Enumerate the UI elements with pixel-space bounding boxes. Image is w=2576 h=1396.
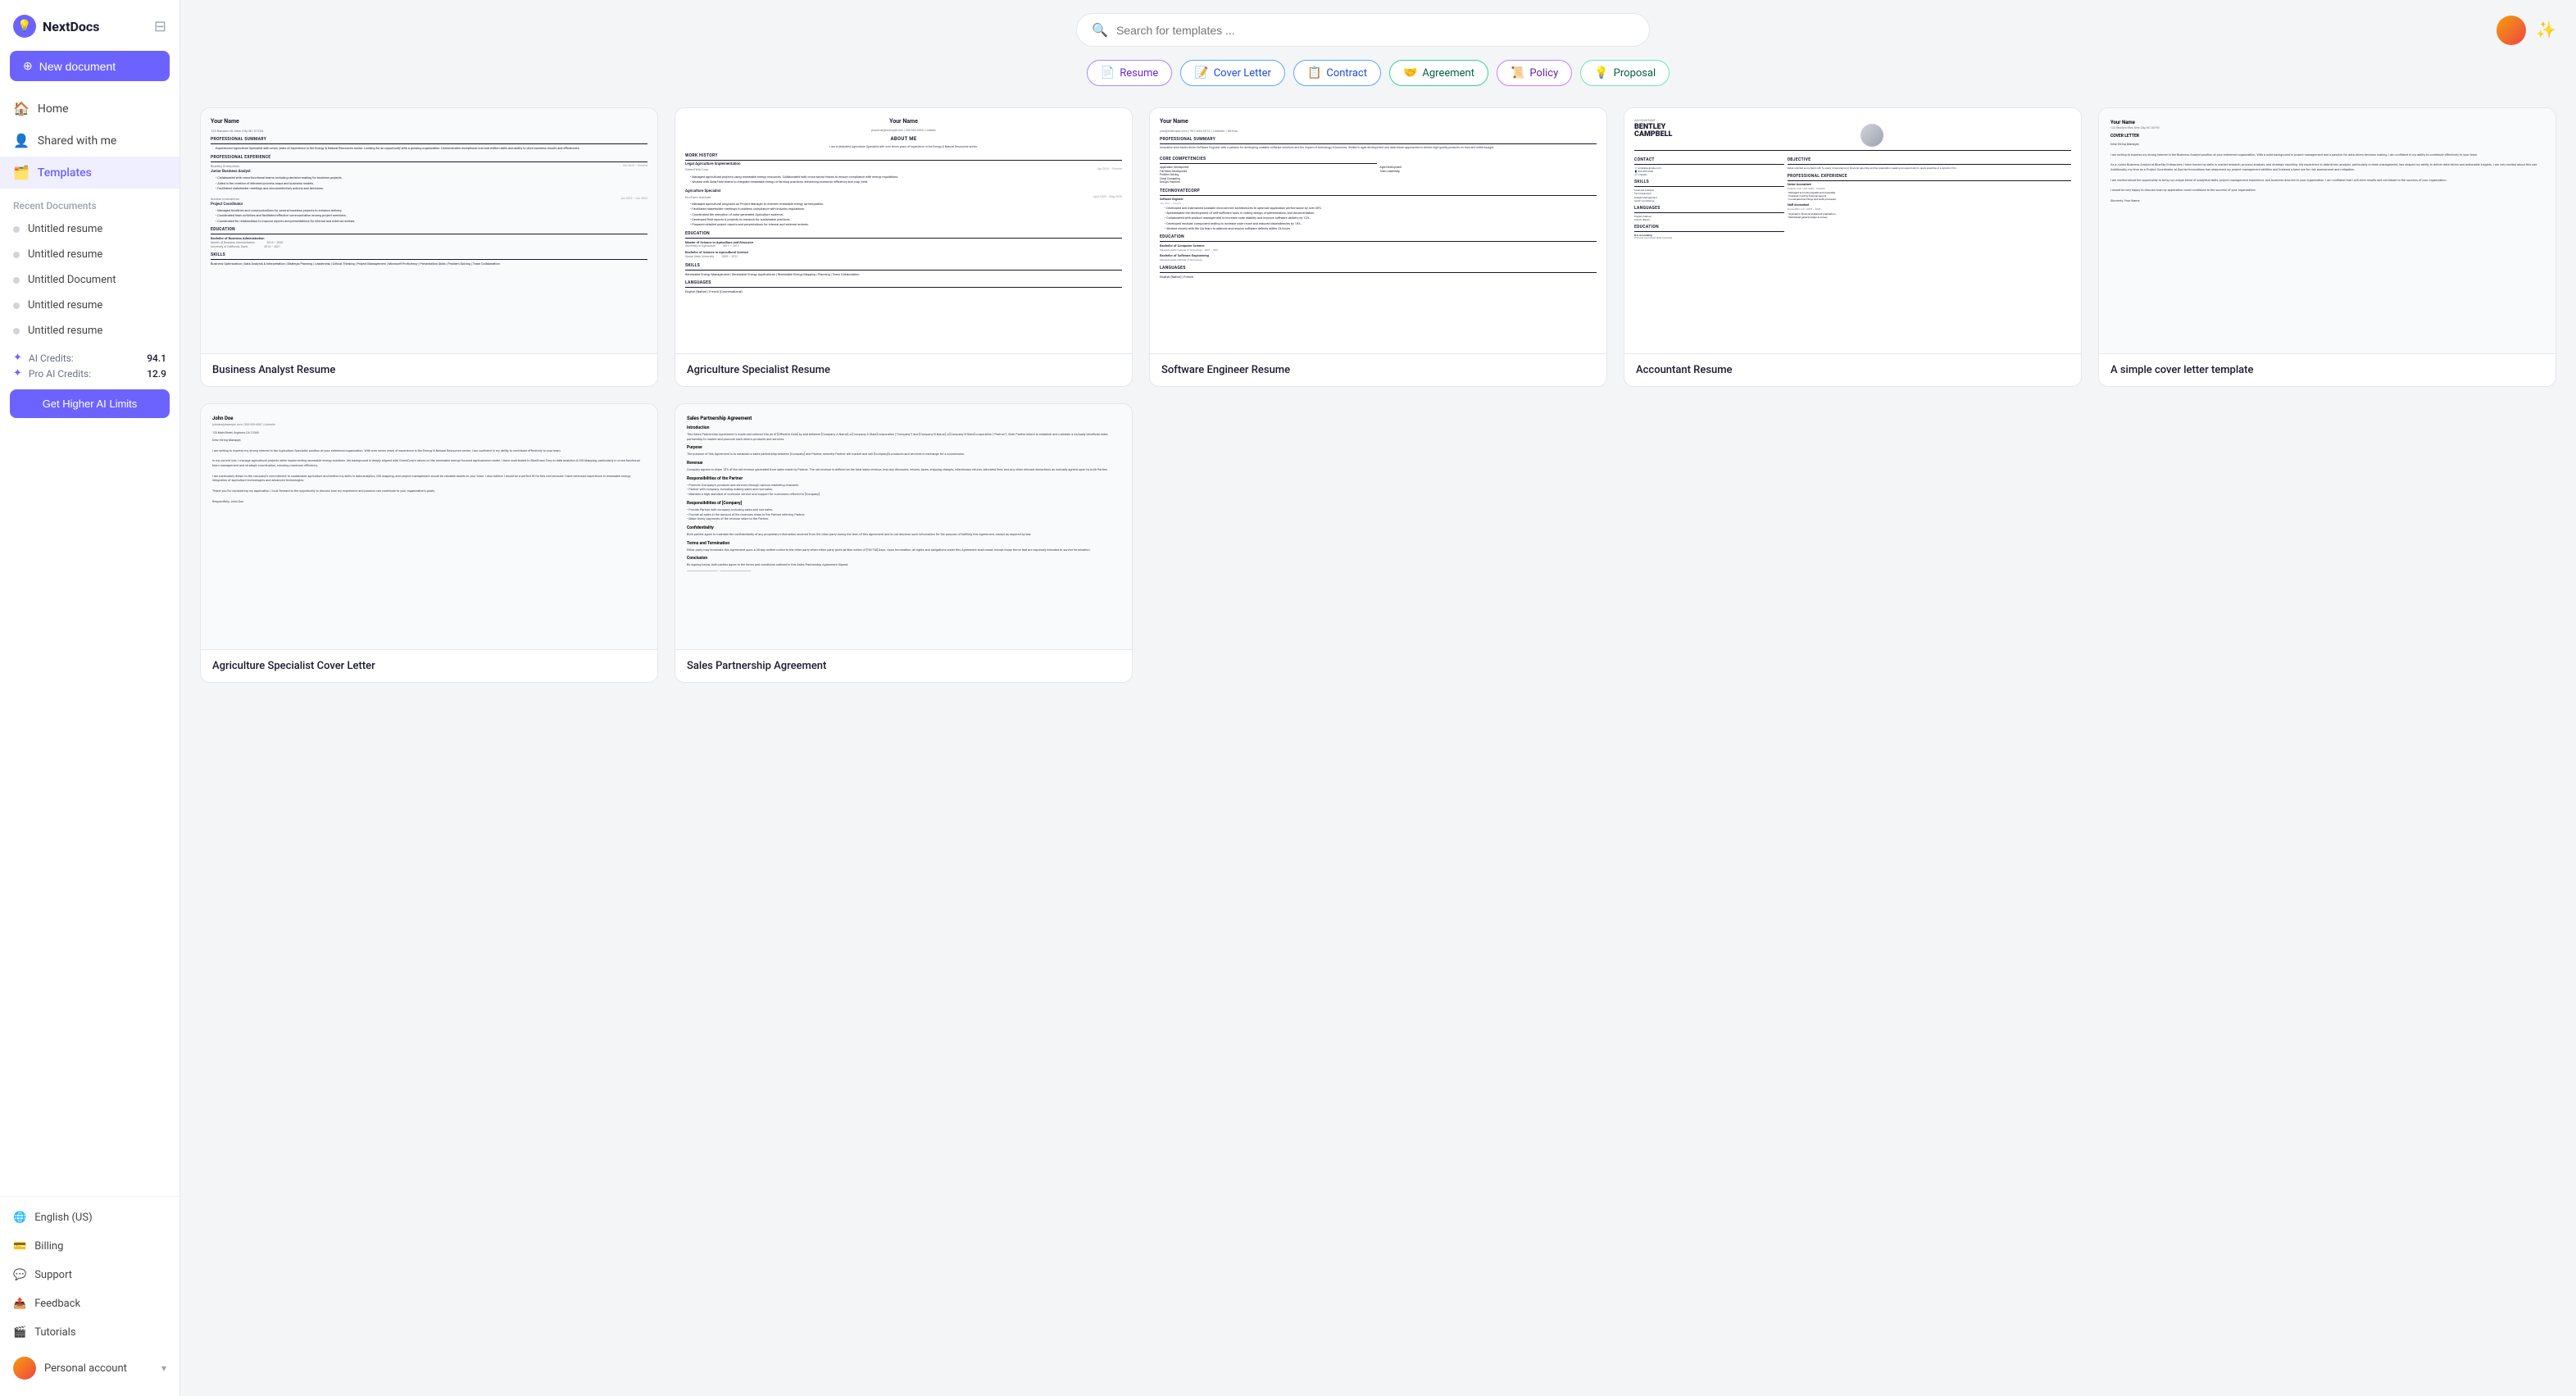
template-card-sales-partnership[interactable]: Sales Partnership Agreement Introduction…: [675, 403, 1133, 683]
template-label-business-analyst: Business Analyst Resume: [201, 354, 657, 386]
avatar: [13, 1357, 36, 1380]
filter-chip-coverletter[interactable]: 📝 Cover Letter: [1180, 60, 1285, 86]
templates-icon: 🗂️: [13, 165, 30, 180]
sidebar-bottom: 🌐 English (US) 💳 Billing 💬 Support 📤 Fee…: [0, 1196, 179, 1396]
template-label-agri-cover: Agriculture Specialist Cover Letter: [201, 650, 657, 682]
template-preview-agriculture: Your Name youremail@example.com | 555-55…: [675, 108, 1132, 354]
new-document-button[interactable]: ⊕ New document: [10, 51, 170, 81]
template-card-agri-cover[interactable]: John Doe johndoe@example.com | 555-555-4…: [200, 403, 658, 683]
sidebar-logo: 💡 NextDocs ⊟: [0, 0, 179, 48]
recent-doc-2[interactable]: Untitled resume: [0, 242, 179, 267]
doc-dot: [13, 302, 20, 309]
search-container: 🔍: [1076, 13, 1650, 47]
sidebar-toggle-button[interactable]: ⊟: [154, 18, 166, 35]
template-preview-agri-cover: John Doe johndoe@example.com | 555-555-4…: [201, 404, 657, 650]
filter-chip-agreement[interactable]: 🤝 Agreement: [1389, 60, 1488, 86]
template-preview-simple-cover: Your Name 123 Random Blvd, New City, NC …: [2099, 108, 2556, 354]
coverletter-chip-icon: 📝: [1194, 66, 1208, 80]
resume-chip-icon: 📄: [1101, 66, 1115, 80]
filter-chip-contract[interactable]: 📋 Contract: [1293, 60, 1381, 86]
star-icon: ✦: [13, 352, 22, 364]
agreement-chip-icon: 🤝: [1403, 66, 1417, 80]
template-cards-grid: Your Name 123 Random St, New City, NC 01…: [200, 107, 2556, 683]
sidebar-item-tutorials[interactable]: 🎬 Tutorials: [0, 1318, 179, 1347]
shared-icon: 👤: [13, 133, 30, 148]
templates-grid: Your Name 123 Random St, New City, NC 01…: [180, 101, 2576, 1396]
plus-icon: ⊕: [23, 59, 33, 73]
billing-icon: 💳: [13, 1240, 26, 1253]
user-avatar[interactable]: [2496, 16, 2526, 45]
sidebar-item-billing[interactable]: 💳 Billing: [0, 1232, 179, 1261]
feedback-icon: 📤: [13, 1298, 26, 1310]
policy-chip-icon: 📜: [1511, 66, 1524, 80]
ai-sparkle-button[interactable]: ✨: [2536, 20, 2556, 40]
template-preview-software-engineer: Your Name you@example.com | 987-654-3210…: [1150, 108, 1606, 354]
recent-doc-4[interactable]: Untitled resume: [0, 293, 179, 318]
sidebar-item-home[interactable]: 🏠 Home: [0, 93, 179, 125]
filter-chip-resume[interactable]: 📄 Resume: [1087, 60, 1173, 86]
support-icon: 💬: [13, 1269, 26, 1281]
pro-credits-row: ✦ Pro AI Credits: 12.9: [13, 367, 166, 380]
search-icon: 🔍: [1092, 22, 1108, 38]
template-preview-sales-partnership: Sales Partnership Agreement Introduction…: [675, 404, 1132, 650]
filter-chip-policy[interactable]: 📜 Policy: [1497, 60, 1572, 86]
tutorials-icon: 🎬: [13, 1326, 26, 1339]
sidebar-item-templates[interactable]: 🗂️ Templates: [0, 157, 179, 189]
search-box: 🔍: [1076, 13, 1650, 47]
contract-chip-icon: 📋: [1307, 66, 1321, 80]
sidebar-item-support[interactable]: 💬 Support: [0, 1261, 179, 1289]
template-card-agriculture[interactable]: Your Name youremail@example.com | 555-55…: [675, 107, 1133, 387]
template-label-agriculture: Agriculture Specialist Resume: [675, 354, 1132, 386]
chevron-down-icon: ▾: [161, 1362, 166, 1374]
top-bar-right: ✨: [2496, 16, 2556, 45]
template-label-simple-cover: A simple cover letter template: [2099, 354, 2556, 386]
pro-star-icon: ✦: [13, 367, 22, 380]
template-label-software-engineer: Software Engineer Resume: [1150, 354, 1606, 386]
template-card-software-engineer[interactable]: Your Name you@example.com | 987-654-3210…: [1149, 107, 1607, 387]
doc-dot: [13, 226, 20, 233]
filter-chip-proposal[interactable]: 💡 Proposal: [1580, 60, 1670, 86]
template-preview-business-analyst: Your Name 123 Random St, New City, NC 01…: [201, 108, 657, 354]
sidebar: 💡 NextDocs ⊟ ⊕ New document 🏠 Home 👤 Sha…: [0, 0, 180, 1396]
main-content: 🔍 ✨ 📄 Resume 📝 Cover Letter 📋 Contract 🤝…: [180, 0, 2576, 1396]
recent-doc-1[interactable]: Untitled resume: [0, 216, 179, 242]
account-row[interactable]: Personal account ▾: [0, 1347, 179, 1389]
template-card-simple-cover[interactable]: Your Name 123 Random Blvd, New City, NC …: [2098, 107, 2556, 387]
search-input[interactable]: [1116, 24, 1634, 37]
credits-section: ✦ AI Credits: 94.1 ✦ Pro AI Credits: 12.…: [0, 343, 179, 383]
globe-icon: 🌐: [13, 1212, 26, 1224]
template-preview-accountant: ACCOUNTANT BENTLEY CAMPBELL Contact: [1624, 108, 2081, 354]
recent-doc-5[interactable]: Untitled resume: [0, 318, 179, 343]
template-label-accountant: Accountant Resume: [1624, 354, 2081, 386]
sidebar-item-shared[interactable]: 👤 Shared with me: [0, 125, 179, 157]
template-label-sales-partnership: Sales Partnership Agreement: [675, 650, 1132, 682]
doc-dot: [13, 328, 20, 334]
template-card-accountant[interactable]: ACCOUNTANT BENTLEY CAMPBELL Contact: [1624, 107, 2082, 387]
top-bar: 🔍 ✨: [180, 0, 2576, 60]
doc-dot: [13, 277, 20, 284]
template-card-business-analyst[interactable]: Your Name 123 Random St, New City, NC 01…: [200, 107, 658, 387]
filter-chips-row: 📄 Resume 📝 Cover Letter 📋 Contract 🤝 Agr…: [180, 60, 2576, 101]
doc-dot: [13, 252, 20, 258]
home-icon: 🏠: [13, 101, 30, 116]
ai-credits-row: ✦ AI Credits: 94.1: [13, 352, 166, 364]
proposal-chip-icon: 💡: [1594, 66, 1608, 80]
sidebar-item-language[interactable]: 🌐 English (US): [0, 1203, 179, 1232]
app-name: NextDocs: [43, 19, 99, 34]
recent-docs-label: Recent Documents: [0, 189, 179, 216]
sidebar-item-feedback[interactable]: 📤 Feedback: [0, 1289, 179, 1318]
logo-icon: 💡: [13, 15, 36, 38]
recent-doc-3[interactable]: Untitled Document: [0, 267, 179, 293]
upgrade-button[interactable]: Get Higher AI Limits: [10, 389, 170, 418]
